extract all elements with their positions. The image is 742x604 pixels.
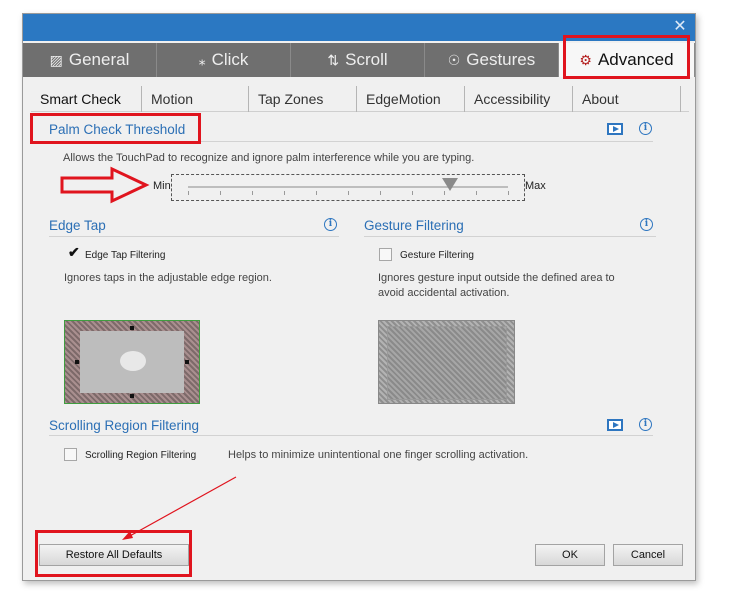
annotation-arrow-restore xyxy=(127,476,237,538)
annotation-arrows xyxy=(60,166,237,540)
annotation-arrow-slider xyxy=(60,166,150,204)
annotation-arrowhead xyxy=(122,531,133,540)
